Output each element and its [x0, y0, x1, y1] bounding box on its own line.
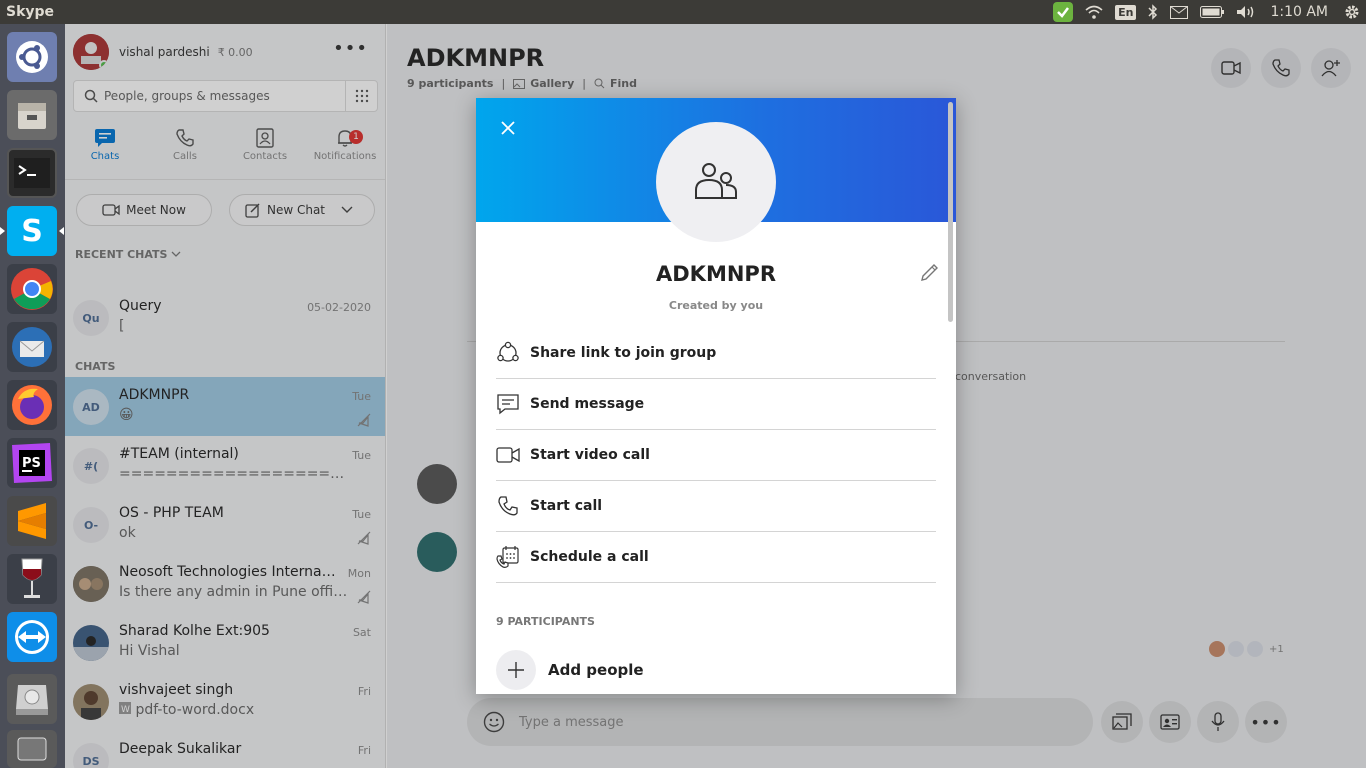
top-panel: Skype En 1:10 AM — [0, 0, 1366, 24]
close-icon — [501, 121, 515, 135]
start-call-option[interactable]: Start call — [496, 481, 936, 532]
group-profile-dialog: ADKMNPR Created by you Share link to joi… — [476, 98, 956, 694]
add-people-label: Add people — [548, 661, 644, 679]
start-call-label: Start call — [530, 498, 603, 514]
add-people-button[interactable]: Add people — [496, 650, 644, 690]
close-button[interactable] — [498, 118, 518, 138]
share-link-label: Share link to join group — [530, 345, 717, 361]
video-camera-icon — [496, 443, 520, 467]
update-check-icon[interactable] — [1053, 2, 1074, 22]
battery-icon[interactable] — [1200, 6, 1225, 18]
share-link-icon — [496, 341, 520, 365]
phpstorm-icon[interactable]: PS — [7, 438, 57, 488]
pencil-icon — [921, 264, 938, 281]
created-by-label: Created by you — [668, 299, 764, 312]
schedule-call-option[interactable]: Schedule a call — [496, 532, 936, 583]
send-message-label: Send message — [530, 396, 645, 412]
phone-icon — [496, 494, 520, 518]
keyboard-layout-indicator[interactable]: En — [1115, 4, 1137, 20]
system-tray: En 1:10 AM — [1047, 0, 1366, 24]
mail-icon[interactable] — [1170, 5, 1189, 19]
ubuntu-dash-icon[interactable] — [7, 32, 57, 82]
skype-icon[interactable]: S — [0, 206, 64, 256]
clock[interactable]: 1:10 AM — [1270, 4, 1328, 20]
edit-name-button[interactable] — [918, 262, 940, 288]
firefox-icon[interactable] — [7, 380, 57, 430]
group-icon — [695, 163, 737, 199]
group-avatar[interactable] — [656, 122, 776, 242]
svg-text:PS: PS — [22, 456, 41, 471]
drive-icon[interactable] — [7, 730, 57, 768]
settings-gear-icon[interactable] — [1344, 4, 1360, 20]
schedule-call-label: Schedule a call — [530, 549, 649, 565]
wine-icon[interactable] — [7, 554, 57, 604]
group-name: ADKMNPR — [656, 262, 776, 286]
schedule-call-icon — [496, 545, 520, 569]
launcher: S PS — [0, 24, 65, 768]
teamviewer-icon[interactable] — [7, 612, 57, 662]
volume-icon[interactable] — [1236, 5, 1256, 19]
files-icon[interactable] — [7, 90, 57, 140]
thunderbird-icon[interactable] — [7, 322, 57, 372]
wifi-icon[interactable] — [1085, 5, 1103, 19]
terminal-icon[interactable] — [7, 148, 57, 198]
start-video-call-label: Start video call — [530, 447, 650, 463]
disk-icon[interactable] — [7, 674, 57, 724]
bluetooth-icon[interactable] — [1148, 4, 1158, 20]
plus-icon — [496, 650, 536, 690]
app-title: Skype — [6, 4, 55, 20]
send-message-option[interactable]: Send message — [496, 379, 936, 430]
dialog-scrollbar[interactable] — [948, 102, 953, 322]
message-icon — [496, 392, 520, 416]
sublime-text-icon[interactable] — [7, 496, 57, 546]
chrome-icon[interactable] — [7, 264, 57, 314]
participants-section-label: 9 PARTICIPANTS — [496, 615, 595, 628]
share-link-option[interactable]: Share link to join group — [496, 328, 936, 379]
start-video-call-option[interactable]: Start video call — [496, 430, 936, 481]
